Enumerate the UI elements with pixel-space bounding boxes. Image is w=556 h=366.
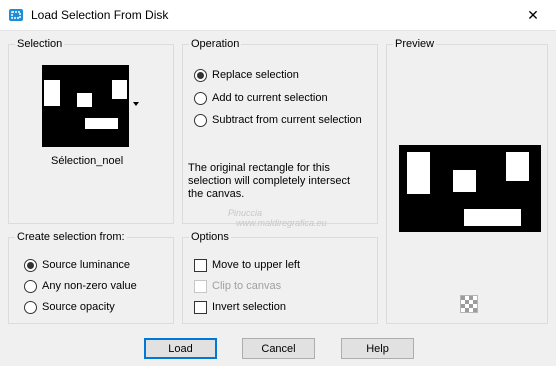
preview-shape — [407, 152, 430, 194]
title-bar: Load Selection From Disk ✕ — [0, 0, 556, 31]
any-non-zero-radio[interactable]: Any non-zero value — [24, 278, 137, 294]
intersection-info-text: The original rectangle for this selectio… — [188, 162, 350, 201]
close-button[interactable]: ✕ — [510, 0, 556, 31]
checkbox — [194, 279, 207, 293]
help-button[interactable]: Help — [341, 338, 414, 359]
cancel-button[interactable]: Cancel — [242, 338, 315, 359]
info-line: selection will completely intersect — [188, 175, 351, 187]
preview-image — [399, 145, 541, 232]
options-group-label: Options — [189, 230, 231, 244]
create-from-group: Create selection from: Source luminance … — [8, 230, 174, 324]
info-line: The original rectangle for this — [188, 162, 330, 174]
options-group: Options Move to upper left Clip to canva… — [182, 230, 378, 324]
watermark-text: Pinuccia www.maldiregrafica.eu — [228, 208, 327, 228]
close-icon: ✕ — [527, 7, 539, 23]
preview-shape — [506, 152, 529, 181]
invert-selection-label: Invert selection — [212, 301, 286, 313]
checkbox[interactable] — [194, 300, 207, 314]
invert-selection-checkbox[interactable]: Invert selection — [194, 299, 286, 315]
watermark-line: www.maldiregrafica.eu — [236, 218, 327, 228]
selection-thumbnail[interactable] — [42, 65, 129, 147]
source-luminance-label: Source luminance — [42, 259, 131, 271]
source-luminance-radio[interactable]: Source luminance — [24, 257, 130, 273]
radio-button[interactable] — [194, 91, 207, 105]
clip-to-canvas-checkbox: Clip to canvas — [194, 278, 281, 294]
create-from-group-label: Create selection from: — [15, 230, 127, 244]
watermark-line: Pinuccia — [228, 208, 263, 218]
preview-shape — [453, 170, 476, 192]
thumb-shape — [44, 80, 60, 106]
selection-file-name: Sélection_noel — [51, 155, 124, 167]
selection-group: Selection Sélection_noel — [8, 37, 174, 224]
info-line: the canvas. — [188, 188, 245, 200]
selection-app-icon — [8, 7, 24, 23]
window-title: Load Selection From Disk — [31, 8, 169, 22]
move-upper-left-label: Move to upper left — [212, 259, 301, 271]
radio-button[interactable] — [24, 258, 37, 272]
load-button[interactable]: Load — [144, 338, 217, 359]
move-upper-left-checkbox[interactable]: Move to upper left — [194, 257, 300, 273]
transparency-toggle-icon[interactable] — [460, 295, 478, 313]
replace-selection-radio[interactable]: Replace selection — [194, 67, 299, 83]
selection-group-label: Selection — [15, 37, 65, 51]
subtract-selection-label: Subtract from current selection — [212, 114, 362, 126]
radio-button[interactable] — [194, 68, 207, 82]
replace-selection-label: Replace selection — [212, 69, 299, 81]
preview-shape — [464, 209, 521, 226]
thumb-shape — [85, 118, 118, 129]
operation-group: Operation Replace selection Add to curre… — [182, 37, 378, 224]
source-opacity-radio[interactable]: Source opacity — [24, 299, 115, 315]
operation-group-label: Operation — [189, 37, 242, 51]
chevron-down-icon[interactable] — [133, 102, 139, 106]
add-to-selection-radio[interactable]: Add to current selection — [194, 90, 328, 106]
checkbox[interactable] — [194, 258, 207, 272]
preview-group: Preview — [386, 37, 548, 324]
any-non-zero-label: Any non-zero value — [42, 280, 137, 292]
source-opacity-label: Source opacity — [42, 301, 115, 313]
radio-button[interactable] — [24, 300, 37, 314]
add-to-selection-label: Add to current selection — [212, 92, 328, 104]
clip-to-canvas-label: Clip to canvas — [212, 280, 282, 292]
thumb-shape — [77, 93, 92, 107]
radio-button[interactable] — [194, 113, 207, 127]
thumb-shape — [112, 80, 127, 99]
preview-group-label: Preview — [393, 37, 437, 51]
radio-button[interactable] — [24, 279, 37, 293]
subtract-selection-radio[interactable]: Subtract from current selection — [194, 112, 362, 128]
